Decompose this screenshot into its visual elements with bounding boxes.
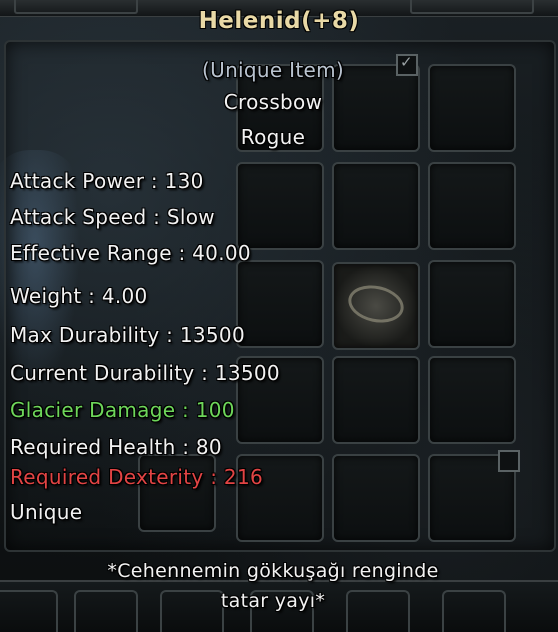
stat-current-durability: Current Durability : 13500: [10, 361, 280, 385]
item-rarity: (Unique Item): [202, 58, 344, 82]
item-type: Crossbow: [223, 90, 323, 114]
stat-required-health: Required Health : 80: [10, 435, 222, 459]
stat-weight: Weight : 4.00: [10, 284, 148, 308]
item-description-line-2: tatar yayı*: [220, 590, 326, 612]
item-tag: Unique: [10, 500, 83, 524]
stat-attack-speed: Attack Speed : Slow: [10, 205, 215, 229]
item-tooltip: Helenid(+8) (Unique Item) Crossbow Rogue…: [0, 0, 558, 630]
stat-required-dexterity: Required Dexterity : 216: [10, 465, 263, 489]
item-description-line-1: *Cehennemin gökkuşağı renginde: [107, 560, 439, 582]
item-title: Helenid(+8): [198, 8, 360, 34]
stat-max-durability: Max Durability : 13500: [10, 323, 245, 347]
item-class: Rogue: [240, 125, 306, 149]
stat-attack-power: Attack Power : 130: [10, 169, 204, 193]
stat-glacier-damage: Glacier Damage : 100: [10, 398, 235, 422]
stat-effective-range: Effective Range : 40.00: [10, 241, 251, 265]
